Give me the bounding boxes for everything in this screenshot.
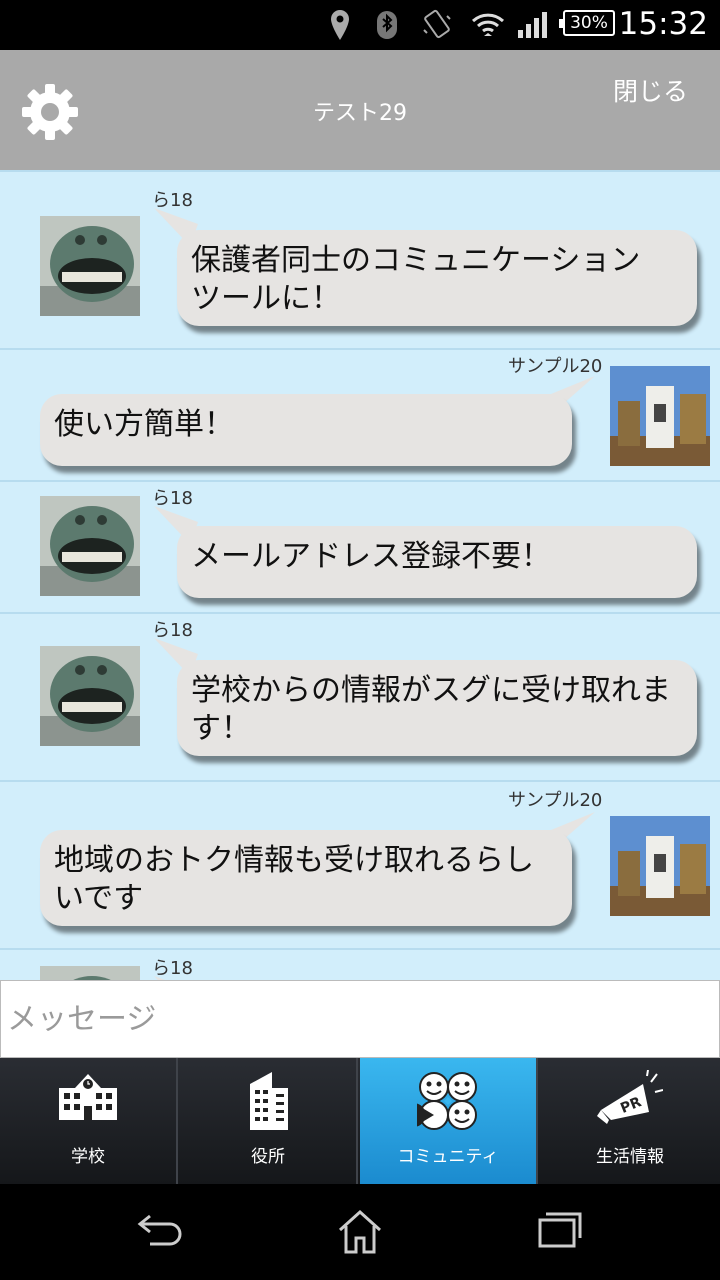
message-text: 保護者同士のコミュニケーション <box>191 243 641 278</box>
close-button[interactable]: 閉じる <box>613 72 688 108</box>
user-avatar[interactable] <box>40 496 140 596</box>
user-avatar[interactable] <box>40 646 140 746</box>
tab-community[interactable]: コミュニティ <box>360 1058 538 1184</box>
app-header: テスト29 閉じる <box>0 50 720 170</box>
wifi-icon <box>471 13 505 36</box>
user-avatar[interactable] <box>610 366 710 466</box>
tab-city-office[interactable]: 役所 <box>180 1058 358 1184</box>
community-faces-icon <box>417 1072 477 1130</box>
message-bubble[interactable]: 使い方簡単！ <box>40 394 572 466</box>
tab-life-info[interactable]: PR 生活情報 <box>540 1058 720 1184</box>
user-avatar[interactable] <box>610 816 710 916</box>
vibrate-icon <box>423 9 451 39</box>
tab-school[interactable]: 学校 <box>0 1058 178 1184</box>
signal-icon <box>518 12 547 38</box>
message-row: ら18 メールアドレス登録不要！ <box>0 482 720 614</box>
battery-indicator: 30% <box>559 10 615 36</box>
message-input[interactable] <box>0 980 720 1058</box>
home-icon[interactable] <box>336 1208 384 1254</box>
message-text: メールアドレス登録不要！ <box>191 539 551 574</box>
message-bubble[interactable]: メールアドレス登録不要！ <box>177 526 697 598</box>
message-bubble[interactable]: 地域のおトク情報も受け取れるらし いです <box>40 830 572 926</box>
clock: 15:32 <box>618 6 708 42</box>
message-username: サンプル20 <box>508 790 603 811</box>
system-navigation-bar <box>0 1184 720 1280</box>
message-text: 地域のおトク情報も受け取れるらし <box>54 843 534 878</box>
bluetooth-icon <box>377 11 397 39</box>
message-text: 学校からの情報がスグに受け取れま <box>191 673 671 708</box>
back-icon[interactable] <box>136 1208 186 1248</box>
message-row: サンプル20 地域のおトク情報も受け取れるらし いです <box>0 782 720 950</box>
message-text: ツールに！ <box>191 281 341 316</box>
message-row: ら18 <box>0 950 720 980</box>
message-list[interactable]: ら18 保護者同士のコミュニケーション ツールに！ サンプル20 使い方簡単！ <box>0 170 720 980</box>
tab-label: コミュニティ <box>397 1147 499 1167</box>
message-bubble[interactable]: 学校からの情報がスグに受け取れま す！ <box>177 660 697 756</box>
location-icon <box>331 10 349 40</box>
message-text: 使い方簡単！ <box>54 407 234 442</box>
message-row: ら18 保護者同士のコミュニケーション ツールに！ <box>0 170 720 350</box>
tab-label: 役所 <box>251 1147 285 1167</box>
status-bar: 30% 15:32 <box>0 0 720 50</box>
bottom-tab-bar: 学校 役所 コミュニティ PR 生活情報 <box>0 1058 720 1184</box>
tab-label: 生活情報 <box>596 1147 664 1167</box>
office-building-icon <box>250 1072 288 1130</box>
message-text: す！ <box>191 711 251 746</box>
tab-label: 学校 <box>71 1147 105 1167</box>
message-row: ら18 学校からの情報がスグに受け取れま す！ <box>0 614 720 782</box>
message-bubble[interactable]: 保護者同士のコミュニケーション ツールに！ <box>177 230 697 326</box>
message-row: サンプル20 使い方簡単！ <box>0 350 720 482</box>
message-text: いです <box>54 881 144 916</box>
user-avatar[interactable] <box>40 966 140 980</box>
pr-megaphone-icon: PR <box>597 1070 663 1124</box>
recent-apps-icon[interactable] <box>536 1208 584 1248</box>
user-avatar[interactable] <box>40 216 140 316</box>
school-icon <box>59 1074 117 1120</box>
